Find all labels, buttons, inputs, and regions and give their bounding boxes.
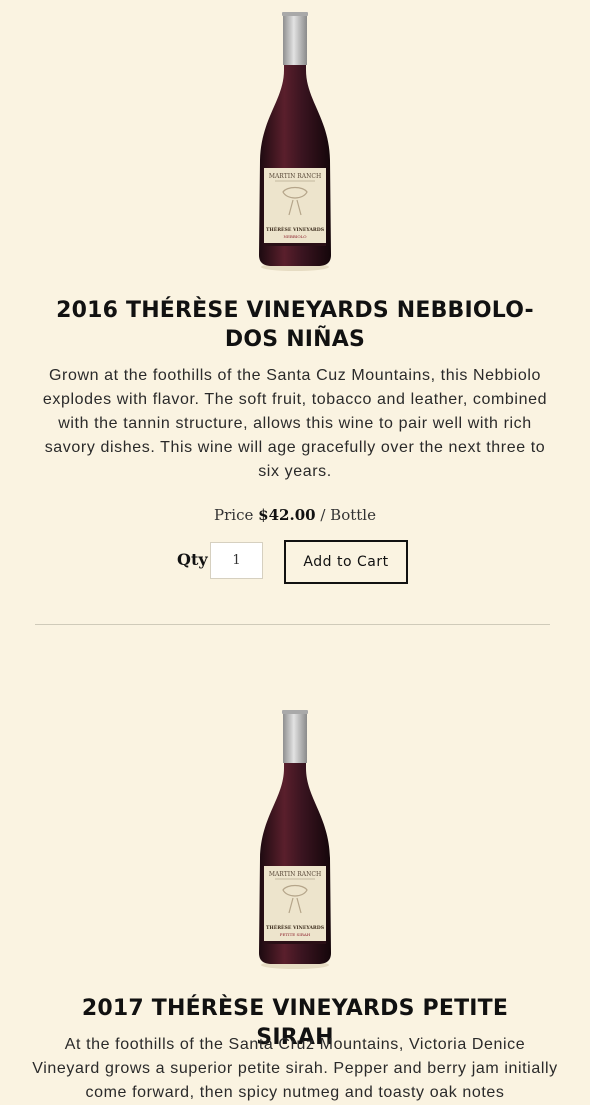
price-unit: / Bottle	[320, 506, 376, 524]
bottle-brand-text: MARTIN RANCH	[269, 173, 321, 180]
bottle-varietal-text: NEBBIOLO	[283, 234, 307, 239]
add-to-cart-button[interactable]: Add to Cart	[284, 540, 408, 584]
quantity-input[interactable]	[210, 542, 263, 579]
product-image-wrap[interactable]: MARTIN RANCH THÉRÈSE VINEYARDS NEBBIOLO	[0, 10, 590, 272]
wine-bottle-image[interactable]: MARTIN RANCH THÉRÈSE VINEYARDS PETITE SI…	[255, 708, 335, 970]
bottle-brand-text: MARTIN RANCH	[269, 871, 321, 878]
product-description: At the foothills of the Santa Cruz Mount…	[32, 1036, 558, 1101]
wine-bottle-image[interactable]: MARTIN RANCH THÉRÈSE VINEYARDS NEBBIOLO	[255, 10, 335, 272]
product-divider	[35, 624, 550, 625]
qty-label: Qty	[177, 550, 208, 569]
price-amount: $42.00	[258, 506, 316, 524]
bottle-varietal-text: PETITE SIRAH	[280, 932, 311, 937]
price-label: Price	[214, 506, 254, 524]
product-title[interactable]: 2016 THÉRÈSE VINEYARDS NEBBIOLO-DOS NIÑA…	[40, 296, 550, 354]
price-line: Price $42.00 / Bottle	[0, 506, 590, 524]
product-description: Grown at the foothills of the Santa Cuz …	[42, 367, 548, 480]
product-image-wrap[interactable]: MARTIN RANCH THÉRÈSE VINEYARDS PETITE SI…	[0, 708, 590, 970]
